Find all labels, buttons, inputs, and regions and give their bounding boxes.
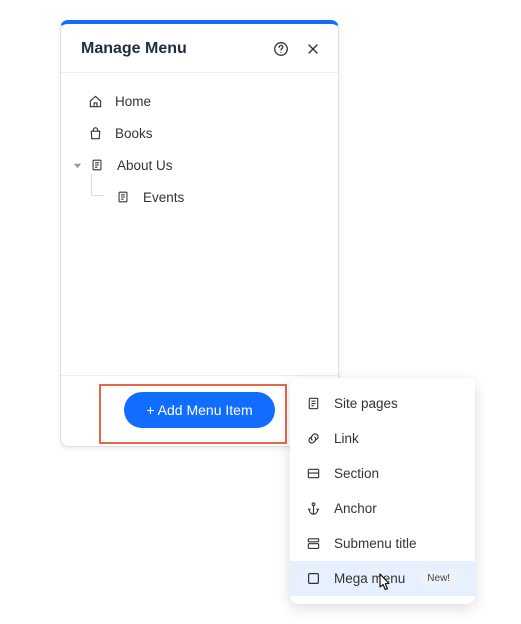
link-icon [304,431,322,446]
panel-title: Manage Menu [81,40,187,58]
flyout-option-site-pages[interactable]: Site pages [290,386,475,421]
menu-item-label: About Us [117,158,173,173]
page-icon [304,396,322,411]
page-icon [87,158,107,172]
flyout-label: Link [334,431,359,446]
chevron-down-icon[interactable] [73,161,85,170]
section-icon [304,466,322,481]
menu-item-label: Events [143,190,184,205]
bag-icon [85,126,105,141]
menu-item-events[interactable]: Events [67,181,332,213]
panel-header-actions [272,40,322,58]
close-icon[interactable] [304,40,322,58]
menu-item-label: Books [115,126,153,141]
flyout-option-section[interactable]: Section [290,456,475,491]
new-badge: New! [421,571,456,586]
anchor-icon [304,501,322,516]
help-icon[interactable] [272,40,290,58]
menu-tree: Home Books About Us [61,73,338,375]
panel-header: Manage Menu [61,24,338,73]
flyout-option-mega-menu[interactable]: Mega menu New! [290,561,475,596]
flyout-label: Anchor [334,501,377,516]
flyout-option-link[interactable]: Link [290,421,475,456]
menu-item-home[interactable]: Home [67,85,332,117]
home-icon [85,94,105,109]
menu-item-books[interactable]: Books [67,117,332,149]
menu-item-label: Home [115,94,151,109]
menu-item-about[interactable]: About Us [67,149,332,181]
submenu-icon [304,536,322,551]
mega-menu-icon [304,571,322,586]
flyout-label: Section [334,466,379,481]
tree-connector [91,173,104,196]
flyout-option-anchor[interactable]: Anchor [290,491,475,526]
add-menu-item-flyout: Site pages Link Section [290,378,475,604]
flyout-option-submenu[interactable]: Submenu title [290,526,475,561]
flyout-label: Site pages [334,396,398,411]
flyout-label: Mega menu [334,571,405,586]
page-icon [113,190,133,204]
add-menu-item-button[interactable]: + Add Menu Item [124,392,274,428]
flyout-label: Submenu title [334,536,417,551]
